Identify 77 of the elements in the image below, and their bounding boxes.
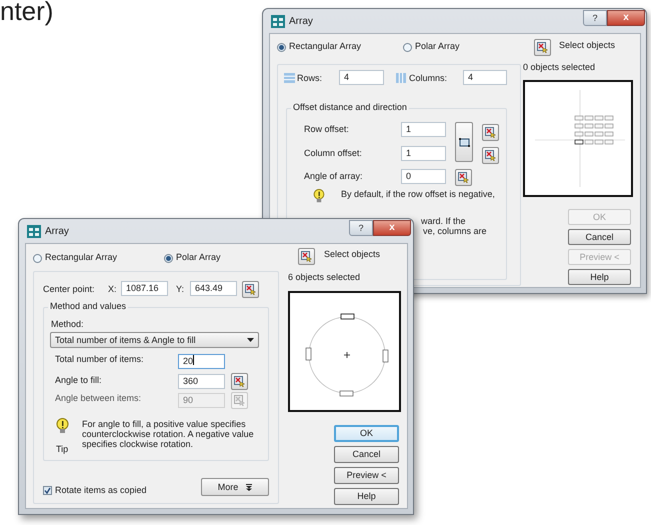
field-label: Y:	[176, 284, 184, 295]
cursor-icon	[234, 376, 245, 387]
field-label: Angle of array:	[304, 171, 363, 182]
field-label: X:	[108, 284, 117, 295]
window-title: Array	[289, 16, 313, 28]
app-icon	[27, 225, 41, 238]
pick-point-button[interactable]	[482, 147, 499, 164]
input-field[interactable]: 643.49	[190, 281, 237, 296]
tip-text: ve, columns are	[423, 226, 487, 237]
radio-label: Polar Array	[415, 41, 460, 52]
dialog-button[interactable]: Help	[568, 269, 631, 285]
input-field[interactable]: 1	[401, 122, 446, 137]
pick-point-button[interactable]	[231, 373, 248, 390]
select-objects-label: Select objects	[559, 40, 616, 51]
field-label: Rows:	[297, 73, 322, 84]
pick-point-button[interactable]	[242, 281, 259, 298]
input-field[interactable]: 20	[178, 354, 225, 369]
selection-count: 6 objects selected	[288, 272, 360, 283]
radio-label: Rectangular Array	[45, 252, 118, 263]
cursor-icon	[485, 150, 496, 161]
tip-label: Tip	[56, 444, 68, 455]
input-field[interactable]: 4	[463, 70, 507, 85]
field-label: Total number of items:	[55, 354, 144, 365]
checkmark-icon	[44, 487, 51, 494]
double-arrow-icon	[246, 484, 252, 490]
cursor-icon	[234, 395, 245, 406]
pick-point-button[interactable]	[482, 124, 499, 141]
cursor-icon	[537, 42, 548, 53]
field-label: Column offset:	[304, 148, 362, 159]
cursor-icon	[458, 172, 469, 183]
tip-text: By default, if the row offset is negative,	[341, 189, 495, 200]
heading-text: nter)	[0, 0, 54, 26]
cursor-icon	[485, 127, 496, 138]
help-button[interactable]: ?	[583, 10, 607, 26]
more-button[interactable]: More	[201, 478, 269, 496]
select-objects-label: Select objects	[324, 249, 380, 260]
pick-point-button[interactable]	[455, 169, 472, 186]
field-label: Columns:	[409, 73, 448, 84]
input-field[interactable]: 4	[339, 70, 384, 85]
app-icon	[271, 15, 285, 28]
window-title: Array	[45, 226, 69, 238]
rectangle-icon	[458, 138, 470, 146]
field-label: Angle between items:	[55, 393, 142, 404]
group-title: Method and values	[48, 301, 128, 312]
dialog-button[interactable]: Preview <	[334, 467, 399, 484]
cursor-icon	[301, 251, 312, 262]
pick-point-button[interactable]	[534, 39, 551, 56]
field-label: Method:	[51, 319, 84, 330]
lightbulb-icon	[56, 418, 69, 435]
dialog-button[interactable]: Help	[334, 488, 399, 505]
dialog-button[interactable]: Cancel	[568, 229, 631, 245]
radio-label: Rectangular Array	[289, 41, 362, 52]
lightbulb-icon	[313, 189, 325, 204]
columns-icon	[396, 73, 406, 83]
checkbox[interactable]	[43, 486, 52, 495]
dialog-button[interactable]: Cancel	[334, 446, 399, 463]
radio-label: Polar Array	[176, 252, 221, 263]
input-field[interactable]: 1	[401, 146, 446, 161]
cursor-icon	[245, 284, 256, 295]
input-field[interactable]: 0	[401, 169, 446, 184]
checkbox-label: Rotate items as copied	[55, 485, 147, 496]
input-field[interactable]: 360	[178, 374, 225, 389]
selection-count: 0 objects selected	[523, 62, 596, 73]
group-title: Offset distance and direction	[291, 102, 409, 113]
field-label: Center point:	[43, 284, 95, 295]
field-label: Angle to fill:	[55, 375, 102, 386]
tip-text: ward. If the	[421, 216, 466, 227]
field-label: Row offset:	[304, 124, 349, 135]
tip-text: For angle to fill, a positive value specifies counterclockwise rotation. A negative value specifies clockwise rotation.	[82, 419, 255, 449]
dropdown-arrow-icon	[247, 338, 254, 342]
method-dropdown[interactable]: Total number of items & Angle to fill	[50, 332, 259, 348]
dialog-button[interactable]: OK	[334, 425, 399, 442]
input-field[interactable]: 1087.16	[121, 281, 168, 296]
pick-point-button[interactable]	[298, 248, 315, 265]
pick-offset-button[interactable]	[455, 122, 473, 162]
help-button[interactable]: ?	[349, 220, 373, 236]
rows-icon	[284, 73, 295, 83]
